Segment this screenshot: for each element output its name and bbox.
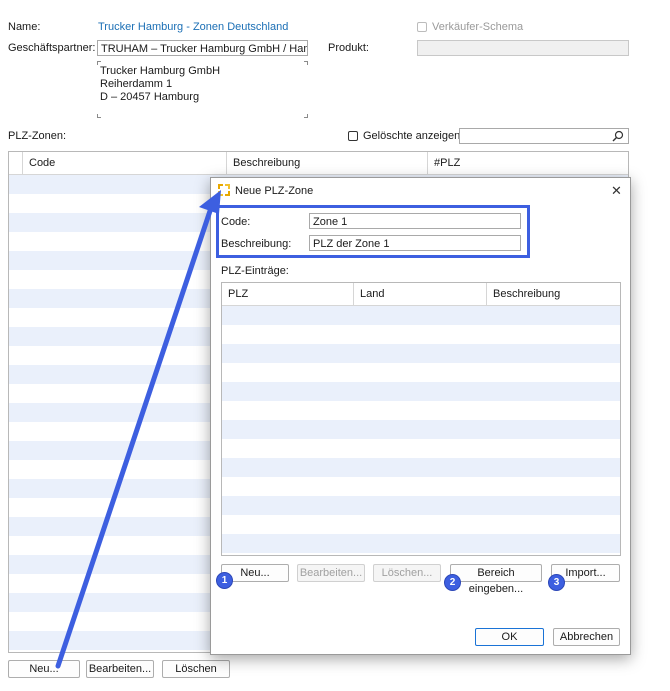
plz-entries-header: PLZ Land Beschreibung xyxy=(222,283,620,306)
dialog-titlebar[interactable]: Neue PLZ-Zone ✕ xyxy=(211,178,630,202)
annotation-badge-2: 2 xyxy=(444,574,461,591)
search-icon[interactable] xyxy=(612,130,624,142)
seller-schema-label: Verkäufer-Schema xyxy=(432,21,524,33)
plz-entries-label: PLZ-Einträge: xyxy=(221,265,289,277)
address-box: Trucker Hamburg GmbH Reiherdamm 1 D – 20… xyxy=(97,61,308,118)
zones-label: PLZ-Zonen: xyxy=(8,130,67,142)
partner-input[interactable]: TRUHAM – Trucker Hamburg GmbH / Hambu xyxy=(97,40,308,56)
column-code[interactable]: Code xyxy=(23,152,227,174)
column-country[interactable]: Land xyxy=(354,283,487,305)
search-input[interactable] xyxy=(459,128,629,144)
product-input[interactable] xyxy=(417,40,629,56)
seller-schema-checkbox[interactable] xyxy=(417,22,427,32)
column-plz-count[interactable]: #PLZ xyxy=(428,152,628,174)
new-zone-button[interactable]: Neu... xyxy=(8,660,80,678)
edit-entry-button[interactable]: Bearbeiten... xyxy=(297,564,365,582)
new-plz-zone-dialog[interactable]: Neue PLZ-Zone ✕ Code: Zone 1 Beschreibun… xyxy=(210,177,631,655)
description-label: Beschreibung: xyxy=(221,238,292,250)
zones-table-header: Code Beschreibung #PLZ xyxy=(9,152,628,175)
row-selector-header xyxy=(9,152,23,174)
delete-entry-button[interactable]: Löschen... xyxy=(373,564,441,582)
address-line-3: D – 20457 Hamburg xyxy=(100,91,200,103)
close-icon[interactable]: ✕ xyxy=(611,183,622,199)
show-deleted-checkbox[interactable] xyxy=(348,131,358,141)
code-label: Code: xyxy=(221,216,251,228)
dialog-title: Neue PLZ-Zone xyxy=(235,185,314,197)
code-input[interactable]: Zone 1 xyxy=(309,213,521,229)
plz-entries-table[interactable]: PLZ Land Beschreibung xyxy=(221,282,621,556)
annotation-badge-3: 3 xyxy=(548,574,565,591)
cancel-button[interactable]: Abbrechen xyxy=(553,628,620,646)
column-entry-description[interactable]: Beschreibung xyxy=(487,283,620,305)
product-label: Produkt: xyxy=(328,42,369,54)
description-input[interactable]: PLZ der Zone 1 xyxy=(309,235,521,251)
address-line-2: Reiherdamm 1 xyxy=(100,78,173,90)
ok-button[interactable]: OK xyxy=(475,628,544,646)
plz-entries-rows xyxy=(222,306,620,555)
app-icon xyxy=(218,184,230,196)
column-plz[interactable]: PLZ xyxy=(222,283,354,305)
name-label: Name: xyxy=(8,21,41,33)
address-line-1: Trucker Hamburg GmbH xyxy=(100,65,221,77)
edit-zone-button[interactable]: Bearbeiten... xyxy=(86,660,154,678)
enter-range-button[interactable]: Bereich eingeben... xyxy=(450,564,542,595)
column-description[interactable]: Beschreibung xyxy=(227,152,428,174)
annotation-badge-1: 1 xyxy=(216,572,233,589)
partner-label: Geschäftspartner: xyxy=(8,42,96,54)
name-value[interactable]: Trucker Hamburg - Zonen Deutschland xyxy=(98,21,288,33)
show-deleted-label: Gelöschte anzeigen xyxy=(363,130,461,142)
delete-zone-button[interactable]: Löschen xyxy=(162,660,230,678)
